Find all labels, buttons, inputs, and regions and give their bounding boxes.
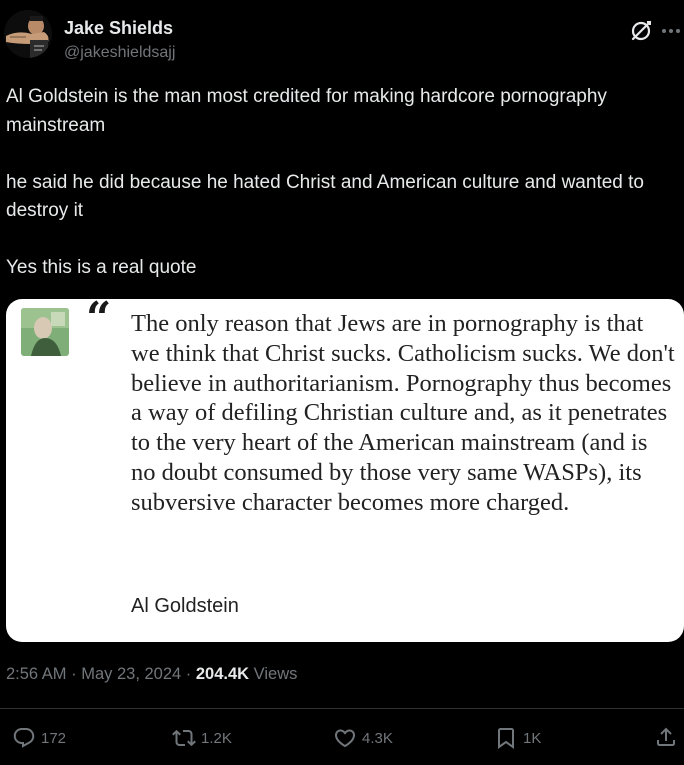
- tweet-text: Al Goldstein is the man most credited fo…: [6, 83, 680, 311]
- tweet-header: Jake Shields @jakeshieldsajj: [0, 0, 684, 78]
- grok-icon[interactable]: [628, 18, 654, 44]
- divider: [0, 708, 684, 709]
- views-label: Views: [249, 665, 298, 683]
- tweet-paragraph: Yes this is a real quote: [6, 257, 197, 278]
- reply-icon: [13, 728, 35, 748]
- tweet-time[interactable]: 2:56 AM: [6, 665, 67, 683]
- share-icon: [657, 727, 675, 746]
- reply-button[interactable]: 172: [12, 725, 66, 751]
- tweet-date[interactable]: May 23, 2024: [81, 665, 181, 683]
- meta-separator: ·: [66, 665, 82, 683]
- repost-count: 1.2K: [201, 729, 232, 747]
- tweet-paragraph: he said he did because he hated Christ a…: [6, 171, 644, 222]
- bookmark-icon: [498, 728, 514, 749]
- like-button[interactable]: 4.3K: [333, 725, 393, 751]
- quote-author-photo: [21, 308, 69, 356]
- tweet-paragraph: Al Goldstein is the man most credited fo…: [6, 86, 607, 136]
- more-icon[interactable]: [660, 18, 682, 44]
- tweet-image[interactable]: “ The only reason that Jews are in porno…: [6, 299, 684, 642]
- quote-author: Al Goldstein: [131, 595, 239, 617]
- author-name[interactable]: Jake Shields: [64, 18, 173, 39]
- quotation-mark-icon: “: [86, 299, 112, 344]
- views-count[interactable]: 204.4K: [196, 665, 249, 683]
- share-button[interactable]: [654, 725, 678, 749]
- bookmark-button[interactable]: 1K: [494, 725, 541, 751]
- like-count: 4.3K: [362, 729, 393, 747]
- repost-button[interactable]: 1.2K: [172, 725, 232, 751]
- tweet-metadata: 2:56 AM · May 23, 2024 · 204.4K Views: [6, 665, 297, 684]
- heart-icon: [334, 729, 356, 748]
- author-avatar[interactable]: [4, 10, 52, 58]
- quote-text: The only reason that Jews are in pornogr…: [131, 310, 675, 516]
- meta-separator: ·: [181, 665, 196, 683]
- repost-icon: [172, 729, 196, 747]
- author-handle[interactable]: @jakeshieldsajj: [64, 44, 175, 62]
- bookmark-count: 1K: [523, 729, 542, 747]
- reply-count: 172: [41, 729, 67, 747]
